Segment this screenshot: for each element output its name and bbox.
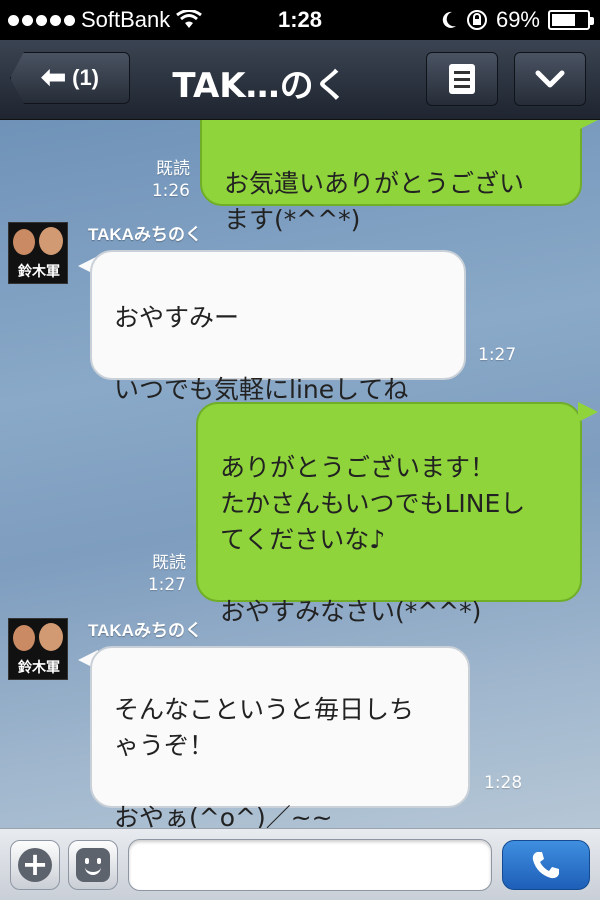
phone-icon [532,852,559,879]
message-text: ありがとうございます！ たかさんもいつでもLINEし てくださいな♪ おやすみな… [220,453,526,626]
message-text: お気遣いありがとうござい ます(*^^*) [224,169,525,234]
message-time: 1:26 [151,181,190,201]
sender-name: TAKAみちのく [88,621,202,640]
bubble-tail [578,402,598,422]
call-button[interactable] [502,840,590,890]
add-button[interactable]: + [10,840,60,890]
message-bubble-incoming[interactable]: おやすみー いつでも気軽にlineしてね [90,250,466,404]
back-arrow-icon: ⬅ [40,61,67,94]
avatar-logo: 鈴木軍 [18,660,60,676]
avatar-logo: 鈴木軍 [18,264,60,280]
avatar[interactable]: 鈴木軍 [8,222,68,284]
message-meta: 既読 1:26 [140,158,190,202]
message-bubble-incoming[interactable]: そんなこというと毎日しち ゃうぞ！ おやぁ(^o^)／~~ [90,646,470,828]
sender-name: TAKAみちのく [88,225,202,244]
message-input[interactable] [128,839,492,891]
battery-icon [548,10,594,30]
message-time: 1:27 [147,575,186,595]
input-bar: + [0,828,600,900]
sticker-button[interactable] [68,840,118,890]
expand-button[interactable] [514,52,586,106]
message-time: 1:27 [478,345,517,365]
status-right: 69% [440,7,594,33]
chevron-down-icon [535,70,565,88]
bubble-tail [578,120,598,130]
rotation-lock-icon [466,10,487,30]
menu-icon [449,64,475,94]
chat-area[interactable]: お気遣いありがとうござい ます(*^^*) 既読 1:26 鈴木軍 TAKAみち… [0,120,600,828]
avatar[interactable]: 鈴木軍 [8,618,68,680]
chat-header: ⬅ (1) TAK…のく [0,40,600,120]
message-bubble-outgoing[interactable]: ありがとうございます！ たかさんもいつでもLINEし てくださいな♪ おやすみな… [196,402,582,626]
battery-fill [552,14,576,26]
back-button[interactable]: ⬅ (1) [10,52,130,104]
message-text: おやすみー いつでも気軽にlineしてね [114,303,409,404]
message-meta: 既読 1:27 [136,552,186,596]
smiley-icon [76,848,110,882]
message-bubble-outgoing[interactable]: お気遣いありがとうござい ます(*^^*) [200,120,582,234]
read-label: 既読 [152,553,186,573]
chat-title: TAK…のく [172,66,348,106]
plus-icon: + [18,848,52,882]
unread-count: (1) [72,65,100,90]
read-label: 既読 [156,159,190,179]
menu-button[interactable] [426,52,498,106]
message-time: 1:28 [484,773,523,793]
battery-percent: 69% [495,7,540,32]
status-bar: SoftBank 1:28 69% [0,0,600,40]
moon-icon [442,11,456,28]
message-text: そんなこというと毎日しち ゃうぞ！ おやぁ(^o^)／~~ [114,695,415,828]
